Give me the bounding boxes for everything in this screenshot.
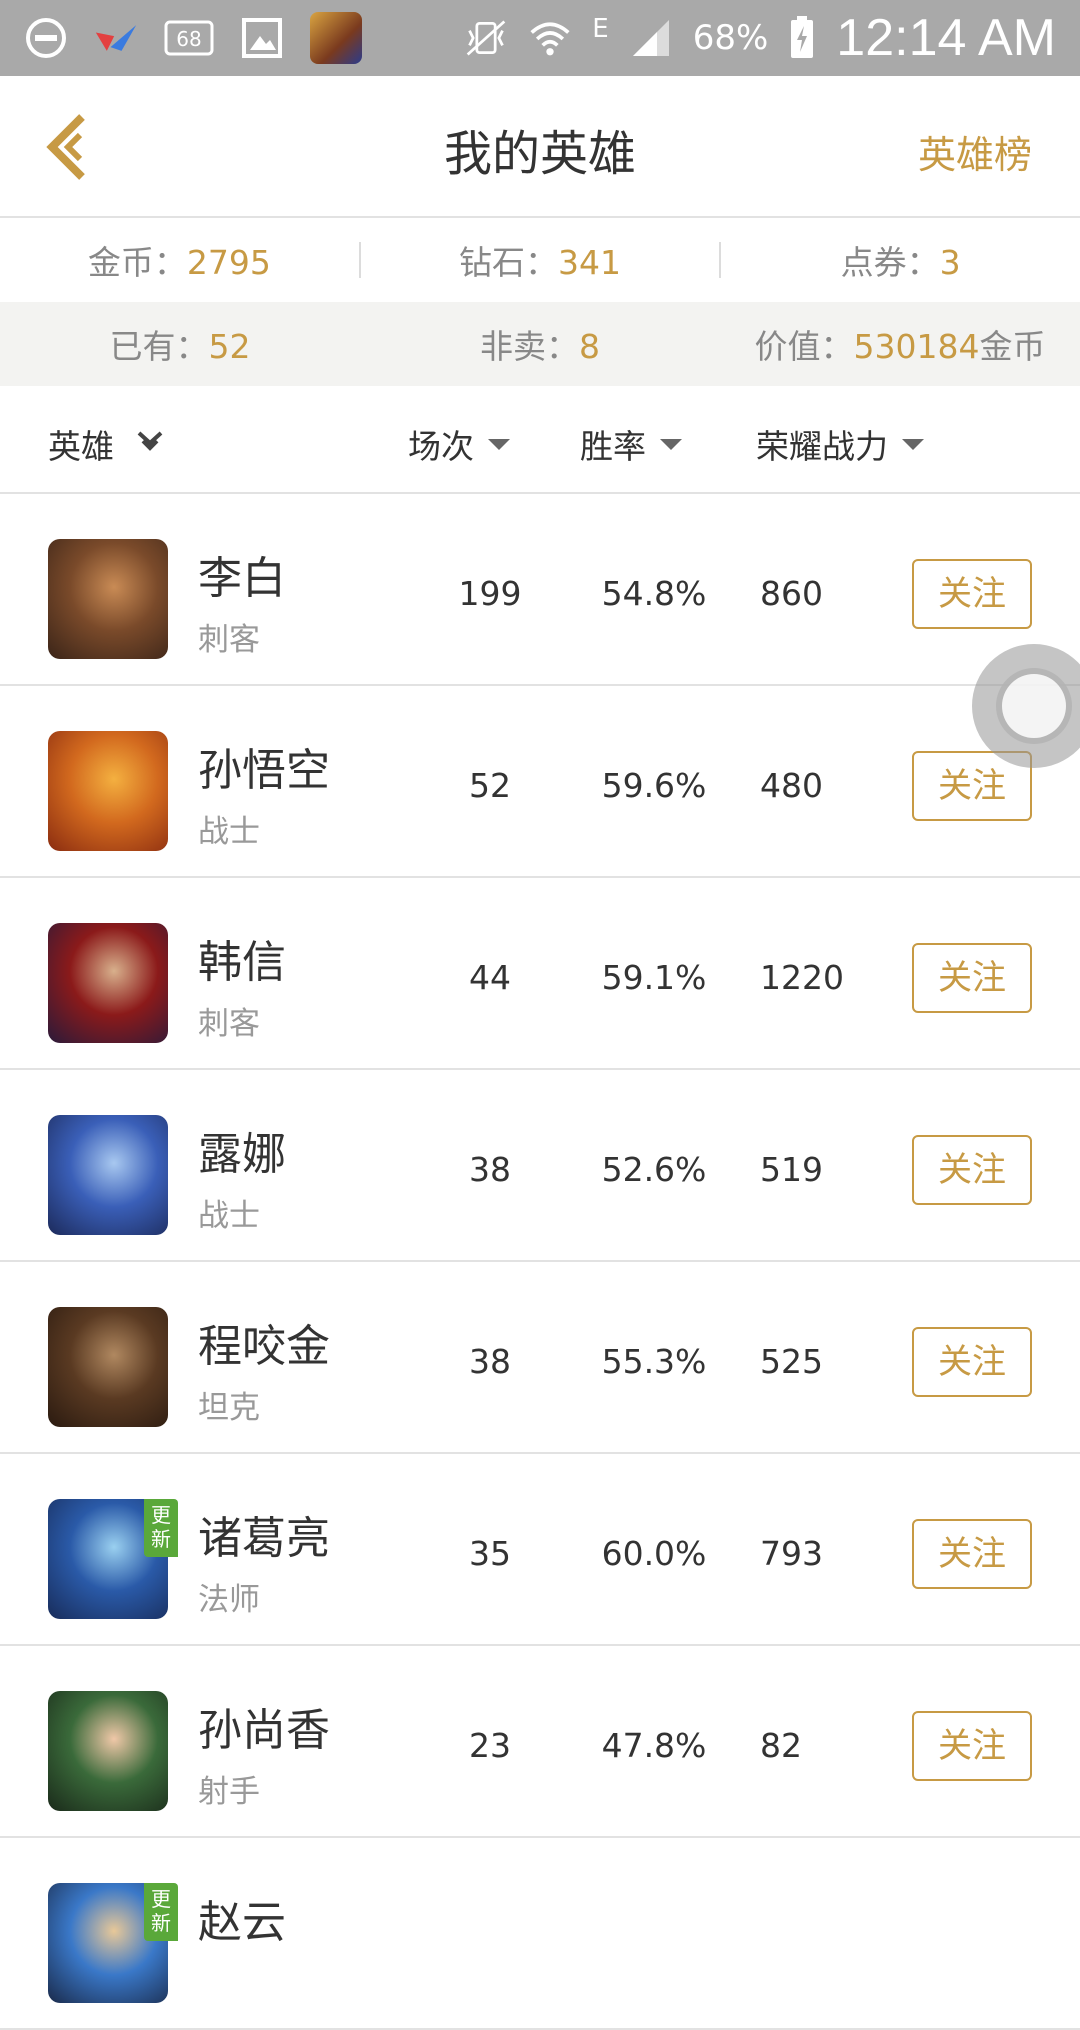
hero-row[interactable]: 孙尚香 射手 23 47.8% 82 关注 (0, 1646, 1080, 1838)
hero-winrate: 54.8% (601, 574, 707, 613)
sort-caret-icon (902, 438, 924, 450)
hero-games: 38 (469, 1342, 511, 1381)
follow-button[interactable]: 关注 (912, 1327, 1032, 1397)
hero-row[interactable]: 更新 诸葛亮 法师 35 60.0% 793 关注 (0, 1454, 1080, 1646)
hero-role: 刺客 (198, 1006, 260, 1042)
column-header: 英雄 场次 胜率 荣耀战力 (0, 386, 1080, 494)
hero-role: 坦克 (198, 1390, 260, 1426)
follow-button[interactable]: 关注 (912, 1711, 1032, 1781)
hero-games: 199 (458, 574, 522, 613)
sort-caret-icon (660, 438, 682, 450)
column-games-label: 场次 (408, 427, 474, 466)
sort-games-button[interactable]: 场次 (408, 420, 510, 468)
double-chevron-down-icon (136, 429, 164, 460)
hero-summary-bar: 已有：52 非卖：8 价值：530184金币 (0, 302, 1080, 386)
sort-caret-icon (488, 438, 510, 450)
hero-avatar (48, 1307, 168, 1427)
hero-row[interactable]: 孙悟空 战士 52 59.6% 480 关注 (0, 686, 1080, 878)
hero-list: 李白 刺客 199 54.8% 860 关注 孙悟空 战士 52 59.6% 4… (0, 494, 1080, 2030)
hero-winrate: 60.0% (601, 1534, 707, 1573)
hero-name: 韩信 (198, 937, 286, 988)
signal-icon (629, 16, 673, 60)
hero-games: 38 (469, 1150, 511, 1189)
app-header: 我的英雄 英雄榜 (0, 76, 1080, 218)
status-bar: 68 E 68% 12:14 AM (0, 0, 1080, 76)
hero-name: 诸葛亮 (198, 1513, 330, 1564)
gold-balance: 金币：2795 (87, 243, 271, 282)
follow-button[interactable]: 关注 (912, 1519, 1032, 1589)
clock: 12:14 AM (836, 9, 1056, 67)
hero-name: 孙尚香 (198, 1705, 330, 1756)
hero-power: 525 (760, 1342, 823, 1381)
network-type: E (592, 14, 609, 44)
hero-row[interactable]: 露娜 战士 38 52.6% 519 关注 (0, 1070, 1080, 1262)
battery-charging-icon (788, 16, 816, 60)
notification-count-icon: 68 (164, 16, 214, 60)
hero-row[interactable]: 程咬金 坦克 38 55.3% 525 关注 (0, 1262, 1080, 1454)
battery-percent: 68% (692, 18, 769, 58)
hero-winrate: 52.6% (601, 1150, 707, 1189)
wifi-icon (528, 16, 572, 60)
hero-name: 赵云 (198, 1897, 286, 1948)
column-hero-label: 英雄 (48, 427, 114, 466)
update-badge: 更新 (144, 1499, 178, 1557)
hero-avatar (48, 923, 168, 1043)
follow-button[interactable]: 关注 (912, 943, 1032, 1013)
update-badge: 更新 (144, 1883, 178, 1941)
hero-power: 793 (760, 1534, 823, 1573)
hero-name: 李白 (198, 553, 286, 604)
app-logo-icon (94, 16, 138, 60)
hero-row[interactable]: 韩信 刺客 44 59.1% 1220 关注 (0, 878, 1080, 1070)
hero-avatar: 更新 (48, 1883, 178, 2003)
hero-avatar (48, 1691, 168, 1811)
hero-row[interactable]: 更新 赵云 (0, 1838, 1080, 2030)
total-value: 价值：530184金币 (754, 327, 1046, 366)
column-power-label: 荣耀战力 (756, 427, 888, 466)
hero-winrate: 55.3% (601, 1342, 707, 1381)
hero-role: 法师 (198, 1582, 260, 1618)
column-winrate-label: 胜率 (580, 427, 646, 466)
owned-count: 已有：52 (109, 327, 251, 366)
hero-winrate: 47.8% (601, 1726, 707, 1765)
not-for-sale-count: 非卖：8 (480, 327, 600, 366)
hero-power: 519 (760, 1150, 823, 1189)
hero-role: 刺客 (198, 622, 260, 658)
hero-games: 52 (469, 766, 511, 805)
hero-role: 战士 (198, 1198, 260, 1234)
hero-games: 35 (469, 1534, 511, 1573)
diamond-balance: 钻石：341 (459, 243, 621, 282)
hero-name: 露娜 (198, 1129, 286, 1180)
hero-name: 程咬金 (198, 1321, 330, 1372)
hero-row[interactable]: 李白 刺客 199 54.8% 860 关注 (0, 494, 1080, 686)
hero-avatar (48, 731, 168, 851)
sort-winrate-button[interactable]: 胜率 (580, 420, 682, 468)
hero-role: 战士 (198, 814, 260, 850)
voucher-balance: 点券：3 (840, 243, 961, 282)
follow-button[interactable]: 关注 (912, 1135, 1032, 1205)
hero-winrate: 59.1% (601, 958, 707, 997)
follow-button[interactable]: 关注 (912, 559, 1032, 629)
hero-role: 射手 (198, 1774, 260, 1810)
svg-text:68: 68 (176, 27, 201, 51)
hero-power: 1220 (760, 958, 844, 997)
sort-power-button[interactable]: 荣耀战力 (756, 420, 924, 468)
currency-bar: 金币：2795 钻石：341 点券：3 (0, 218, 1080, 302)
hero-power: 860 (760, 574, 823, 613)
hero-avatar (48, 539, 168, 659)
vibrate-icon (464, 16, 508, 60)
sort-hero-button[interactable]: 英雄 (48, 420, 164, 468)
hero-power: 480 (760, 766, 823, 805)
hero-avatar (48, 1115, 168, 1235)
hero-games: 23 (469, 1726, 511, 1765)
hero-name: 孙悟空 (198, 745, 330, 796)
do-not-disturb-icon (24, 16, 68, 60)
image-icon (240, 16, 284, 60)
assist-circle-icon (996, 668, 1072, 744)
hero-avatar: 更新 (48, 1499, 178, 1619)
game-icon (310, 12, 362, 64)
hero-power: 82 (760, 1726, 802, 1765)
hero-winrate: 59.6% (601, 766, 707, 805)
hero-games: 44 (469, 958, 511, 997)
hero-ranking-link[interactable]: 英雄榜 (918, 124, 1032, 179)
